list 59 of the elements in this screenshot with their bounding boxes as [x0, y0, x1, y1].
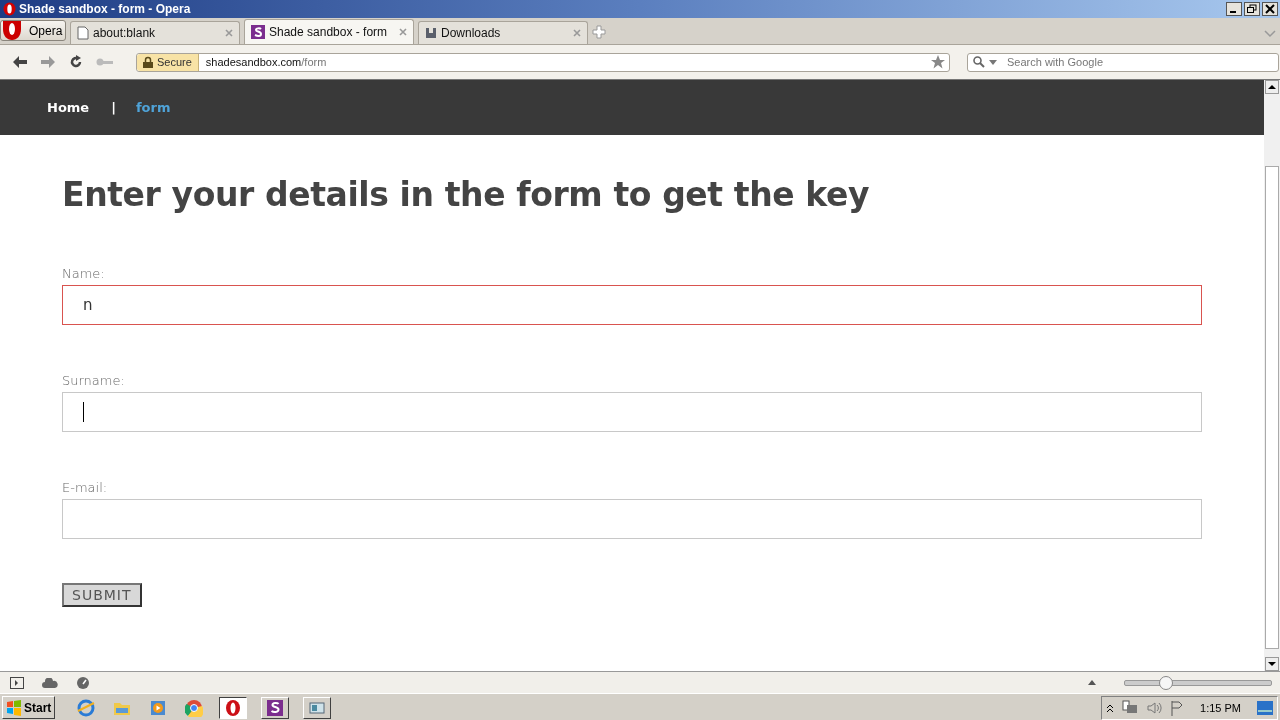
scrollbar[interactable] — [1264, 80, 1280, 671]
reload-icon[interactable] — [68, 54, 84, 70]
close-icon[interactable] — [1262, 2, 1278, 16]
opera-logo-icon — [3, 2, 16, 16]
search-icon — [973, 56, 985, 68]
input-field[interactable] — [62, 392, 1202, 432]
input-field[interactable] — [62, 499, 1202, 539]
scrollbar-thumb[interactable] — [1265, 166, 1279, 649]
clock[interactable]: 1:15 PM — [1200, 701, 1241, 714]
field-label: Name: — [62, 266, 106, 281]
windows-logo-icon — [6, 699, 22, 716]
cloud-icon[interactable] — [42, 677, 58, 688]
caret-icon — [989, 59, 997, 65]
opera-logo-icon — [224, 698, 243, 717]
search-field[interactable]: Search with Google — [967, 52, 1279, 72]
site-logo-icon — [251, 25, 265, 39]
scroll-down-icon[interactable] — [1265, 657, 1279, 671]
start-button[interactable]: Start — [2, 696, 56, 719]
panel-icon[interactable] — [10, 676, 24, 689]
expand-up-icon[interactable] — [1088, 680, 1096, 685]
browser-tab[interactable]: about:blank — [70, 21, 240, 44]
chrome-circle-icon — [185, 698, 204, 717]
input-field[interactable]: n — [62, 285, 1202, 325]
nav-separator: | — [111, 100, 116, 115]
field-label: Surname: — [62, 373, 126, 388]
browser-tab[interactable]: Shade sandbox - form — [244, 19, 414, 44]
chevron-down-icon[interactable] — [1264, 30, 1276, 38]
submit-button[interactable]: SUBMIT — [62, 583, 142, 607]
restore-icon[interactable] — [1244, 2, 1260, 16]
lock-icon — [143, 56, 153, 68]
page-icon — [77, 26, 89, 40]
download-icon — [425, 26, 437, 40]
forward-icon[interactable] — [40, 55, 56, 69]
nav-link[interactable]: Home — [47, 100, 92, 115]
window-title: Shade sandbox - form - Opera — [19, 2, 191, 16]
plus-icon[interactable] — [592, 25, 606, 39]
site-logo-icon — [266, 698, 285, 717]
page-heading: Enter your details in the form to get the key — [62, 175, 871, 214]
flag-icon[interactable] — [1170, 699, 1185, 716]
opera-menu-button[interactable]: Opera — [0, 20, 66, 41]
minimize-icon[interactable] — [1226, 2, 1242, 16]
scroll-up-icon[interactable] — [1265, 80, 1279, 94]
chevron-up-icon[interactable] — [1106, 702, 1115, 713]
address-field[interactable]: Secure shadesandbox.com/form — [136, 52, 950, 72]
play-icon — [149, 698, 168, 717]
speedometer-icon[interactable] — [76, 675, 90, 690]
nav-link[interactable]: form — [135, 100, 173, 115]
url-text: shadesandbox.com/form — [204, 56, 328, 68]
network-icon[interactable] — [1122, 699, 1139, 716]
back-icon[interactable] — [12, 55, 28, 69]
globe-e-icon — [77, 698, 96, 717]
taskbar-button[interactable] — [219, 696, 248, 719]
field-label: E-mail: — [62, 480, 109, 495]
secure-badge[interactable]: Secure — [137, 53, 199, 71]
bookmark-star-icon[interactable] — [931, 55, 945, 69]
speaker-icon[interactable] — [1146, 699, 1163, 716]
browser-tab[interactable]: Downloads — [418, 21, 588, 44]
show-desktop-icon[interactable] — [1257, 700, 1273, 715]
opera-logo-icon — [1, 20, 23, 41]
